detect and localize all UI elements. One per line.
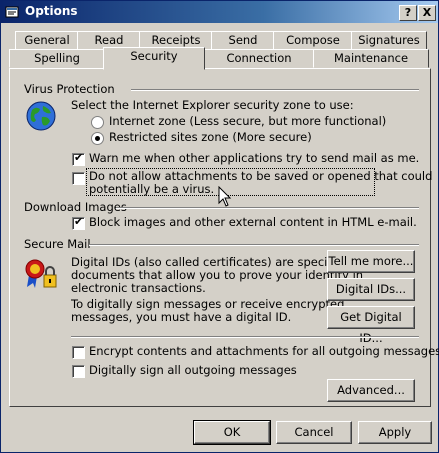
tab-compose[interactable]: Compose	[273, 31, 353, 50]
title-bar[interactable]: Options ? X	[1, 1, 438, 23]
secure-mail-heading: Secure Mail	[24, 237, 91, 251]
secure-desc-line4: To digitally sign messages or receive en…	[71, 297, 345, 311]
cancel-button[interactable]: Cancel	[276, 421, 352, 444]
radio-restricted-zone[interactable]	[91, 132, 104, 145]
tell-me-more-button[interactable]: Tell me more...	[327, 250, 415, 273]
block-images-checkbox[interactable]	[72, 215, 85, 230]
tab-general[interactable]: General	[15, 31, 79, 50]
secure-desc-line3: electronic transactions.	[71, 281, 206, 295]
ok-button[interactable]: OK	[193, 420, 271, 445]
advanced-button[interactable]: Advanced...	[327, 379, 415, 402]
download-images-heading: Download Images	[24, 200, 127, 214]
help-button[interactable]: ?	[399, 5, 417, 21]
tab-maintenance[interactable]: Maintenance	[313, 49, 429, 68]
encrypt-checkbox[interactable]	[72, 346, 85, 359]
attachments-label-line2[interactable]: potentially be a virus.	[89, 182, 214, 196]
apply-button[interactable]: Apply	[358, 421, 432, 444]
divider	[116, 207, 419, 209]
sign-label[interactable]: Digitally sign all outgoing messages	[89, 363, 297, 377]
sign-checkbox[interactable]	[72, 365, 85, 378]
encrypt-label[interactable]: Encrypt contents and attachments for all…	[89, 344, 439, 358]
attachments-checkbox[interactable]	[72, 172, 85, 185]
tab-security[interactable]: Security	[103, 47, 205, 70]
warn-checkbox[interactable]	[72, 151, 85, 166]
radio-restricted-zone-label[interactable]: Restricted sites zone (More secure)	[109, 130, 312, 144]
secure-desc-line2: documents that allow you to prove your i…	[71, 268, 364, 282]
tab-connection[interactable]: Connection	[203, 49, 315, 68]
tab-signatures[interactable]: Signatures	[351, 31, 427, 50]
get-digital-id-button[interactable]: Get Digital ID...	[327, 306, 415, 345]
attachments-label-line1[interactable]: Do not allow attachments to be saved or …	[89, 169, 432, 183]
certificate-lock-icon	[25, 259, 57, 288]
secure-desc-line1: Digital IDs (also called certificates) a…	[71, 255, 338, 269]
divider	[89, 244, 419, 246]
divider	[71, 336, 419, 338]
virus-protection-heading: Virus Protection	[24, 82, 115, 96]
divider	[131, 89, 419, 91]
options-window-icon	[5, 6, 19, 18]
mouse-pointer-icon	[218, 186, 232, 207]
radio-internet-zone-label[interactable]: Internet zone (Less secure, but more fun…	[109, 114, 386, 128]
secure-desc-line5: messages, you must have a digital ID.	[71, 310, 292, 324]
radio-internet-zone[interactable]	[91, 116, 104, 129]
tab-spelling[interactable]: Spelling	[9, 49, 105, 68]
warn-label[interactable]: Warn me when other applications try to s…	[89, 151, 419, 165]
globe-icon	[26, 101, 56, 131]
tab-send[interactable]: Send	[211, 31, 275, 50]
close-button[interactable]: X	[418, 5, 436, 21]
zone-prompt: Select the Internet Explorer security zo…	[71, 98, 354, 112]
options-dialog: Options ? X General Read Receipts Send C…	[0, 0, 439, 453]
block-images-label[interactable]: Block images and other external content …	[89, 215, 417, 229]
digital-ids-button[interactable]: Digital IDs...	[327, 278, 415, 301]
window-title: Options	[25, 4, 78, 18]
